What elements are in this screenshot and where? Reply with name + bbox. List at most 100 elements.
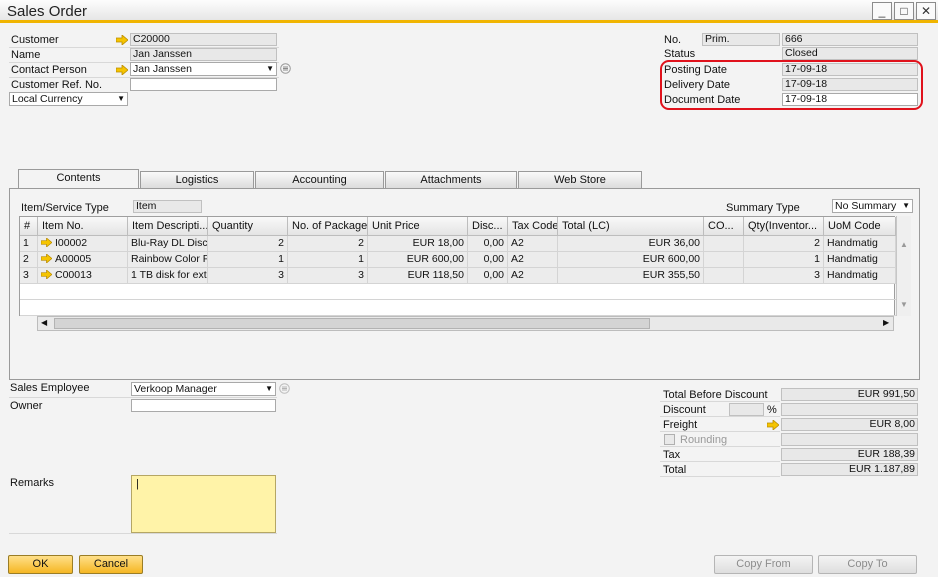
tab-accounting[interactable]: Accounting xyxy=(255,171,384,188)
link-arrow-icon[interactable] xyxy=(40,269,53,280)
close-button[interactable]: ✕ xyxy=(916,2,936,20)
table-cell[interactable]: 3 xyxy=(288,268,368,284)
remarks-textarea[interactable]: | xyxy=(131,475,276,533)
maximize-button[interactable]: □ xyxy=(894,2,914,20)
table-cell[interactable]: 2 xyxy=(20,252,38,268)
column-header-qty-inventory[interactable]: Qty(Inventor... xyxy=(744,217,824,236)
customer-field[interactable]: C20000 xyxy=(130,33,277,46)
tab-web-store[interactable]: Web Store xyxy=(518,171,642,188)
copy-from-button[interactable]: Copy From xyxy=(714,555,813,574)
table-cell[interactable]: 0,00 xyxy=(468,268,508,284)
table-cell[interactable]: A00005 xyxy=(38,252,128,268)
link-arrow-icon[interactable] xyxy=(767,420,779,430)
summary-type-select[interactable]: No Summary ▼ xyxy=(832,199,913,213)
table-cell[interactable]: 1 xyxy=(20,236,38,252)
column-header-tax-code[interactable]: Tax Code xyxy=(508,217,558,236)
name-field[interactable]: Jan Janssen xyxy=(130,48,277,61)
divider xyxy=(660,461,780,462)
table-cell[interactable]: 2 xyxy=(744,236,824,252)
list-detail-icon[interactable] xyxy=(279,383,290,394)
list-detail-icon[interactable] xyxy=(280,63,291,74)
table-cell[interactable]: EUR 36,00 xyxy=(558,236,704,252)
cancel-button[interactable]: Cancel xyxy=(79,555,143,574)
table-cell[interactable]: 3 xyxy=(208,268,288,284)
table-cell[interactable]: 0,00 xyxy=(468,252,508,268)
table-cell[interactable]: EUR 18,00 xyxy=(368,236,468,252)
minimize-button[interactable]: _ xyxy=(872,2,892,20)
column-header-packages[interactable]: No. of Packages xyxy=(288,217,368,236)
link-arrow-icon[interactable] xyxy=(116,65,128,75)
table-cell[interactable] xyxy=(704,252,744,268)
scroll-right-icon[interactable]: ▶ xyxy=(883,318,889,327)
table-cell[interactable]: Handmatig xyxy=(824,236,896,252)
column-header-discount[interactable]: Disc... xyxy=(468,217,508,236)
customer-ref-input[interactable] xyxy=(130,78,277,91)
currency-select[interactable]: Local Currency ▼ xyxy=(9,92,128,106)
table-cell[interactable]: 1 xyxy=(208,252,288,268)
freight-field[interactable]: EUR 8,00 xyxy=(781,418,918,431)
horizontal-scrollbar[interactable]: ◀ ▶ xyxy=(37,316,894,331)
table-cell[interactable]: Handmatig xyxy=(824,252,896,268)
scroll-thumb[interactable] xyxy=(54,318,650,329)
column-header-quantity[interactable]: Quantity xyxy=(208,217,288,236)
table-cell[interactable] xyxy=(704,236,744,252)
summary-type-label: Summary Type xyxy=(726,202,800,214)
vertical-scrollbar[interactable]: ▲ ▼ xyxy=(896,216,911,316)
table-cell[interactable]: 1 xyxy=(744,252,824,268)
table-cell[interactable] xyxy=(704,268,744,284)
owner-input[interactable] xyxy=(131,399,276,412)
remarks-label: Remarks xyxy=(10,477,55,489)
table-cell[interactable]: A2 xyxy=(508,252,558,268)
scroll-up-icon[interactable]: ▲ xyxy=(900,240,908,249)
link-arrow-icon[interactable] xyxy=(40,253,53,264)
item-type-field[interactable]: Item xyxy=(133,200,202,213)
table-cell[interactable]: C00013 xyxy=(38,268,128,284)
table-cell[interactable]: Handmatig xyxy=(824,268,896,284)
contact-person-select[interactable]: Jan Janssen ▼ xyxy=(130,62,277,76)
column-header-total[interactable]: Total (LC) xyxy=(558,217,704,236)
status-label: Status xyxy=(664,48,696,60)
table-cell[interactable]: EUR 355,50 xyxy=(558,268,704,284)
link-arrow-icon[interactable] xyxy=(116,35,128,45)
table-cell[interactable]: 3 xyxy=(744,268,824,284)
chevron-down-icon: ▼ xyxy=(117,94,125,103)
table-cell[interactable]: EUR 600,00 xyxy=(368,252,468,268)
table-cell[interactable]: A2 xyxy=(508,236,558,252)
table-row-empty[interactable] xyxy=(20,284,896,300)
table-cell[interactable]: 0,00 xyxy=(468,236,508,252)
column-header-co[interactable]: CO... xyxy=(704,217,744,236)
column-header-item-no[interactable]: Item No. xyxy=(38,217,128,236)
name-label: Name xyxy=(11,49,41,61)
table-cell[interactable]: 2 xyxy=(288,236,368,252)
table-cell[interactable]: 1 TB disk for exte xyxy=(128,268,208,284)
table-cell[interactable]: A2 xyxy=(508,268,558,284)
table-cell[interactable]: Rainbow Color P xyxy=(128,252,208,268)
link-arrow-icon[interactable] xyxy=(40,237,53,248)
ok-button[interactable]: OK xyxy=(8,555,73,574)
discount-value-field[interactable] xyxy=(781,403,918,416)
rounding-checkbox[interactable] xyxy=(664,434,675,445)
scroll-left-icon[interactable]: ◀ xyxy=(41,318,47,327)
copy-to-button[interactable]: Copy To xyxy=(818,555,917,574)
scroll-down-icon[interactable]: ▼ xyxy=(900,300,908,309)
tab-contents[interactable]: Contents xyxy=(18,169,139,189)
table-cell[interactable]: 2 xyxy=(208,236,288,252)
sales-employee-value: Verkoop Manager xyxy=(134,383,217,395)
table-cell[interactable]: EUR 600,00 xyxy=(558,252,704,268)
document-number-field[interactable]: 666 xyxy=(782,33,918,46)
column-header-unit-price[interactable]: Unit Price xyxy=(368,217,468,236)
sales-employee-select[interactable]: Verkoop Manager ▼ xyxy=(131,382,276,396)
tab-attachments[interactable]: Attachments xyxy=(385,171,517,188)
column-header-description[interactable]: Item Descripti... xyxy=(128,217,208,236)
table-cell[interactable]: I00002 xyxy=(38,236,128,252)
tab-logistics[interactable]: Logistics xyxy=(140,171,254,188)
column-header-uom[interactable]: UoM Code xyxy=(824,217,896,236)
column-header-index[interactable]: # xyxy=(20,217,38,236)
table-row-empty[interactable] xyxy=(20,300,896,316)
table-cell[interactable]: Blu-Ray DL Disc 1 xyxy=(128,236,208,252)
table-cell[interactable]: 3 xyxy=(20,268,38,284)
discount-percent-input[interactable] xyxy=(729,403,764,416)
table-cell[interactable]: EUR 118,50 xyxy=(368,268,468,284)
table-cell[interactable]: 1 xyxy=(288,252,368,268)
number-series-field[interactable]: Prim. xyxy=(702,33,780,46)
